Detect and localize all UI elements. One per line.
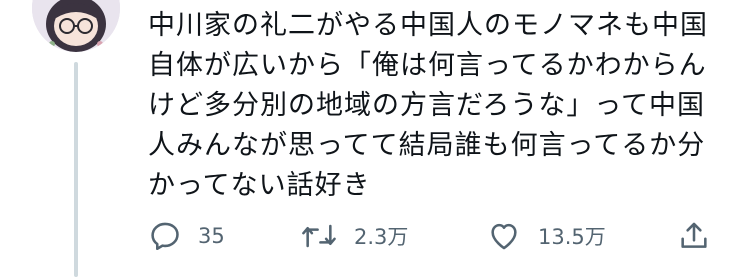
retweet-count: 2.3万 (354, 225, 409, 249)
tweet-text: 中川家の礼二がやる中国人のモノマネも中国 自体が広いから「俺は何言ってるかわから… (148, 6, 718, 206)
thread-line (74, 62, 78, 277)
like-count: 13.5万 (538, 225, 606, 249)
tweet-text-line: 中川家の礼二がやる中国人のモノマネも中国 (148, 10, 708, 41)
retweet-icon (302, 224, 336, 248)
like-button[interactable]: 13.5万 (486, 216, 606, 256)
reply-count: 35 (198, 224, 225, 248)
reply-icon (151, 222, 179, 251)
tweet-text-line: かってない話好き (148, 170, 371, 201)
reply-button[interactable]: 35 (148, 216, 225, 256)
heart-icon (491, 223, 517, 250)
tweet-text-line: 人みんなが思ってて結局誰も何言ってるか分 (148, 130, 706, 161)
tweet-text-line: 自体が広いから「俺は何言ってるかわからん (148, 50, 707, 81)
retweet-button[interactable]: 2.3万 (300, 216, 408, 256)
share-icon (681, 222, 707, 248)
share-button[interactable] (677, 216, 711, 256)
avatar-illustration (32, 0, 120, 52)
avatar[interactable] (32, 0, 120, 52)
tweet-text-line: けど多分別の地域の方言だろうな」って中国 (148, 90, 706, 121)
